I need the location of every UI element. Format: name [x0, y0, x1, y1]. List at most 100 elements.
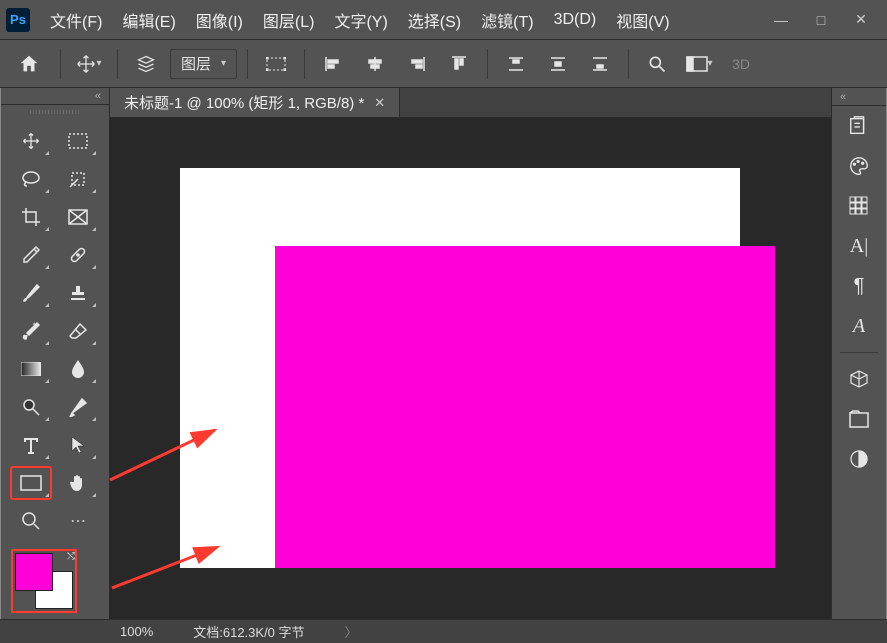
- home-button[interactable]: [8, 46, 50, 82]
- tool-grid: ⋯: [1, 119, 109, 543]
- canvas-viewport[interactable]: [110, 118, 831, 619]
- menu-3d[interactable]: 3D(D): [544, 5, 607, 35]
- panel-3d[interactable]: [832, 359, 886, 399]
- app-logo: Ps: [6, 8, 30, 32]
- search-button[interactable]: [639, 46, 675, 82]
- tool-frame[interactable]: [58, 201, 98, 233]
- align-top-button[interactable]: [441, 46, 477, 82]
- align-hcenter-button[interactable]: [357, 46, 393, 82]
- color-swatches[interactable]: ⤭: [15, 553, 73, 609]
- move-icon: [76, 54, 96, 74]
- tool-move[interactable]: [11, 125, 51, 157]
- tool-quick-select[interactable]: [58, 163, 98, 195]
- toolbox-collapse[interactable]: «: [1, 88, 109, 105]
- tool-type[interactable]: [11, 429, 51, 461]
- layers-stack-button[interactable]: [128, 46, 164, 82]
- zoom-icon: [21, 511, 41, 531]
- tool-eraser[interactable]: [58, 315, 98, 347]
- tool-lasso[interactable]: [11, 163, 51, 195]
- panel-paragraph[interactable]: ¶: [832, 266, 886, 306]
- document-info[interactable]: 文档:612.3K/0 字节: [193, 622, 304, 641]
- align-right-button[interactable]: [399, 46, 435, 82]
- rectangle-icon: [20, 475, 42, 491]
- tool-history-brush[interactable]: [11, 315, 51, 347]
- distribute-vcenter-button[interactable]: [540, 46, 576, 82]
- menu-type[interactable]: 文字(Y): [324, 2, 397, 38]
- menu-image[interactable]: 图像(I): [186, 2, 253, 38]
- distribute-bottom-button[interactable]: [582, 46, 618, 82]
- tool-gradient[interactable]: [11, 353, 51, 385]
- tool-stamp[interactable]: [58, 277, 98, 309]
- dodge-icon: [21, 397, 41, 417]
- document-tab-title: 未标题-1 @ 100% (矩形 1, RGB/8) *: [124, 92, 364, 113]
- screen-mode-button[interactable]: ▾: [681, 46, 717, 82]
- zoom-level[interactable]: 100%: [120, 624, 153, 639]
- tool-eyedropper[interactable]: [11, 239, 51, 271]
- distribute-top-button[interactable]: [498, 46, 534, 82]
- separator: [304, 49, 305, 79]
- move-tool-indicator[interactable]: ▾: [71, 46, 107, 82]
- tool-crop[interactable]: [11, 201, 51, 233]
- tool-edit-toolbar[interactable]: ⋯: [58, 505, 98, 537]
- tool-hand[interactable]: [58, 467, 98, 499]
- tool-marquee[interactable]: [58, 125, 98, 157]
- separator: [117, 49, 118, 79]
- tool-brush[interactable]: [11, 277, 51, 309]
- separator: [60, 49, 61, 79]
- panel-swatches[interactable]: [832, 186, 886, 226]
- tool-healing[interactable]: [58, 239, 98, 271]
- search-icon: [647, 54, 667, 74]
- libraries-icon: [849, 410, 869, 428]
- menu-file[interactable]: 文件(F): [40, 2, 112, 38]
- layer-target-dropdown[interactable]: 图层 ▾: [170, 49, 237, 79]
- 3d-mode-button[interactable]: 3D: [723, 46, 759, 82]
- document-tab[interactable]: 未标题-1 @ 100% (矩形 1, RGB/8) * ✕: [110, 88, 400, 117]
- swap-colors-icon[interactable]: ⤭: [67, 551, 75, 562]
- menu-layer[interactable]: 图层(L): [253, 2, 325, 38]
- panel-glyphs[interactable]: A: [832, 306, 886, 346]
- minimize-button[interactable]: —: [761, 6, 801, 34]
- panel-color[interactable]: [832, 146, 886, 186]
- close-tab-button[interactable]: ✕: [374, 95, 385, 111]
- tool-rectangle[interactable]: [11, 467, 51, 499]
- panel-history[interactable]: [832, 106, 886, 146]
- panel-adjustments[interactable]: [832, 439, 886, 479]
- menu-edit[interactable]: 编辑(E): [112, 2, 185, 38]
- foreground-color-swatch[interactable]: [15, 553, 53, 591]
- move-icon: [21, 131, 41, 151]
- tool-dodge[interactable]: [11, 391, 51, 423]
- transform-controls-button[interactable]: [258, 46, 294, 82]
- menu-filter[interactable]: 滤镜(T): [471, 2, 543, 38]
- home-icon: [18, 53, 40, 75]
- toolbox-panel: « ⋯ ⤭: [0, 88, 110, 619]
- panel-grip[interactable]: [1, 105, 109, 119]
- tool-blur[interactable]: [58, 353, 98, 385]
- status-chevron[interactable]: 〉: [345, 622, 358, 641]
- layer-dropdown-label: 图层: [181, 53, 211, 74]
- drop-icon: [70, 359, 86, 379]
- separator: [247, 49, 248, 79]
- rectangle-shape[interactable]: [275, 246, 775, 568]
- tool-zoom[interactable]: [11, 505, 51, 537]
- type-icon: [22, 436, 40, 454]
- tool-path-select[interactable]: [58, 429, 98, 461]
- chevron-down-icon: ▾: [708, 58, 713, 69]
- menu-select[interactable]: 选择(S): [398, 2, 471, 38]
- maximize-button[interactable]: □: [801, 6, 841, 34]
- align-left-button[interactable]: [315, 46, 351, 82]
- brush-icon: [21, 283, 41, 303]
- align-top-icon: [450, 55, 468, 73]
- tool-pen[interactable]: [58, 391, 98, 423]
- bandaid-icon: [68, 245, 88, 265]
- magic-wand-icon: [68, 169, 88, 189]
- close-window-button[interactable]: ✕: [841, 6, 881, 34]
- adjustments-icon: [849, 449, 869, 469]
- panel-libraries[interactable]: [832, 399, 886, 439]
- right-collapse[interactable]: «: [832, 88, 886, 106]
- document-tab-bar: 未标题-1 @ 100% (矩形 1, RGB/8) * ✕: [110, 88, 831, 118]
- panel-character[interactable]: A|: [832, 226, 886, 266]
- distribute-vcenter-icon: [549, 55, 567, 73]
- menu-view[interactable]: 视图(V): [606, 2, 679, 38]
- layers-icon: [136, 54, 156, 74]
- chevron-down-icon: ▾: [221, 58, 226, 69]
